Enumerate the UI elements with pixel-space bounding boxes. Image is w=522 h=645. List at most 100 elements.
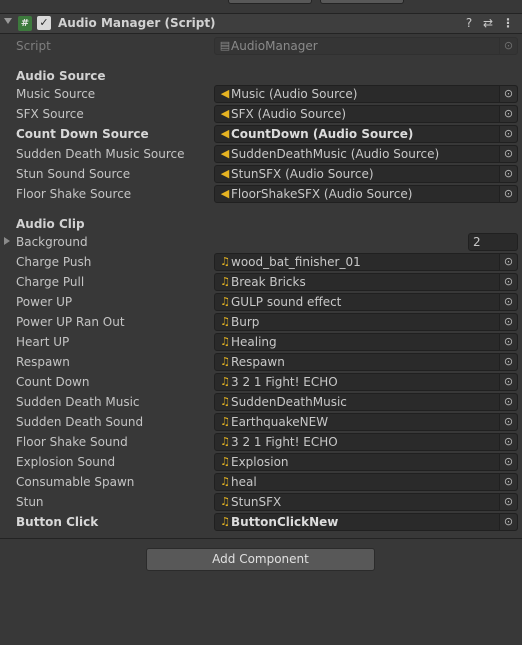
object-value: EarthquakeNEW <box>231 415 329 429</box>
property-label: Floor Shake Source <box>16 187 132 201</box>
property-label: Count Down Source <box>16 127 149 141</box>
property-row: Power UP ♫ GULP sound effect ⊙ <box>0 293 522 311</box>
object-value: SuddenDeathMusic <box>231 395 347 409</box>
object-field[interactable]: ♫ EarthquakeNEW ⊙ <box>214 413 518 431</box>
object-field[interactable]: ◀ StunSFX (Audio Source) ⊙ <box>214 165 518 183</box>
object-picker-icon[interactable]: ⊙ <box>499 254 517 270</box>
object-field[interactable]: ◀ SuddenDeathMusic (Audio Source) ⊙ <box>214 145 518 163</box>
object-field[interactable]: ♫ 3 2 1 Fight! ECHO ⊙ <box>214 373 518 391</box>
property-row: Sudden Death Sound ♫ EarthquakeNEW ⊙ <box>0 413 522 431</box>
script-value: AudioManager <box>231 39 318 53</box>
background-label[interactable]: Background <box>16 235 88 249</box>
object-picker-icon[interactable]: ⊙ <box>499 434 517 450</box>
object-picker-icon[interactable]: ⊙ <box>499 126 517 142</box>
object-picker-icon[interactable]: ⊙ <box>499 374 517 390</box>
object-picker-icon[interactable]: ⊙ <box>499 414 517 430</box>
note-icon: ♫ <box>220 255 230 268</box>
object-field[interactable]: ◀ CountDown (Audio Source) ⊙ <box>214 125 518 143</box>
object-picker-icon[interactable]: ⊙ <box>499 394 517 410</box>
object-field[interactable]: ♫ Respawn ⊙ <box>214 353 518 371</box>
object-value: FloorShakeSFX (Audio Source) <box>231 187 413 201</box>
script-component-icon: # <box>18 16 32 31</box>
component-title: Audio Manager (Script) <box>58 16 216 30</box>
object-picker-icon[interactable]: ⊙ <box>499 514 517 530</box>
object-field[interactable]: ♫ 3 2 1 Fight! ECHO ⊙ <box>214 433 518 451</box>
object-field[interactable]: ♫ ButtonClickNew ⊙ <box>214 513 518 531</box>
object-picker-icon[interactable]: ⊙ <box>499 334 517 350</box>
object-field[interactable]: ◀ Music (Audio Source) ⊙ <box>214 85 518 103</box>
speaker-icon: ◀ <box>220 147 230 160</box>
note-icon: ♫ <box>220 515 230 528</box>
note-icon: ♫ <box>220 275 230 288</box>
object-value: ButtonClickNew <box>231 515 339 529</box>
help-icon[interactable]: ? <box>462 16 476 31</box>
script-file-icon: ▤ <box>219 39 231 52</box>
property-label: Power UP <box>16 295 73 309</box>
section-divider <box>0 538 522 539</box>
array-size-field[interactable]: 2 <box>468 233 518 251</box>
property-label: Heart UP <box>16 335 70 349</box>
property-row: Sudden Death Music Source ◀ SuddenDeathMus… <box>0 145 522 163</box>
object-picker-icon[interactable]: ⊙ <box>499 474 517 490</box>
property-label: Stun Sound Source <box>16 167 131 181</box>
object-field[interactable]: ♫ Break Bricks ⊙ <box>214 273 518 291</box>
note-icon: ♫ <box>220 375 230 388</box>
object-picker-icon[interactable]: ⊙ <box>499 274 517 290</box>
note-icon: ♫ <box>220 335 230 348</box>
object-field[interactable]: ♫ Healing ⊙ <box>214 333 518 351</box>
component-enabled-checkbox[interactable]: ✓ <box>37 16 51 30</box>
object-field[interactable]: ♫ StunSFX ⊙ <box>214 493 518 511</box>
object-picker-icon[interactable]: ⊙ <box>499 294 517 310</box>
property-row: Floor Shake Source ◀ FloorShakeSFX (Audio … <box>0 185 522 203</box>
object-field[interactable]: ♫ wood_bat_finisher_01 ⊙ <box>214 253 518 271</box>
object-picker-icon[interactable]: ⊙ <box>499 454 517 470</box>
expand-arrow-icon[interactable] <box>4 237 10 245</box>
property-row: Button Click ♫ ButtonClickNew ⊙ <box>0 513 522 531</box>
speaker-icon: ◀ <box>220 87 230 100</box>
property-label: Stun <box>16 495 44 509</box>
note-icon: ♫ <box>220 475 230 488</box>
object-picker-icon[interactable]: ⊙ <box>499 354 517 370</box>
object-picker-icon[interactable]: ⊙ <box>499 86 517 102</box>
object-picker-icon[interactable]: ⊙ <box>499 494 517 510</box>
script-row: Script ▤ AudioManager ⊙ <box>0 37 522 55</box>
object-picker-icon[interactable]: ⊙ <box>499 166 517 182</box>
context-menu-icon[interactable]: ⋮ <box>501 16 515 31</box>
object-field[interactable]: ♫ Explosion ⊙ <box>214 453 518 471</box>
object-field[interactable]: ◀ SFX (Audio Source) ⊙ <box>214 105 518 123</box>
object-value: wood_bat_finisher_01 <box>231 255 361 269</box>
object-picker-icon[interactable]: ⊙ <box>499 314 517 330</box>
object-picker-icon[interactable]: ⊙ <box>499 106 517 122</box>
note-icon: ♫ <box>220 415 230 428</box>
object-value: CountDown (Audio Source) <box>231 127 414 141</box>
background-array-row[interactable]: Background 2 <box>0 233 522 251</box>
object-field[interactable]: ♫ GULP sound effect ⊙ <box>214 293 518 311</box>
foldout-arrow-icon[interactable] <box>4 18 12 24</box>
note-icon: ♫ <box>220 315 230 328</box>
object-picker-icon[interactable]: ⊙ <box>499 186 517 202</box>
presets-icon[interactable]: ⇄ <box>481 16 495 31</box>
object-field[interactable]: ♫ heal ⊙ <box>214 473 518 491</box>
object-field[interactable]: ♫ SuddenDeathMusic ⊙ <box>214 393 518 411</box>
property-label: Respawn <box>16 355 70 369</box>
object-field[interactable]: ◀ FloorShakeSFX (Audio Source) ⊙ <box>214 185 518 203</box>
audio-clip-header: Audio Clip <box>16 217 85 231</box>
speaker-icon: ◀ <box>220 107 230 120</box>
property-row: Music Source ◀ Music (Audio Source) ⊙ <box>0 85 522 103</box>
top-button-stub <box>320 0 404 4</box>
property-label: Charge Pull <box>16 275 85 289</box>
property-row: Stun Sound Source ◀ StunSFX (Audio Source)… <box>0 165 522 183</box>
object-field[interactable]: ♫ Burp ⊙ <box>214 313 518 331</box>
object-value: GULP sound effect <box>231 295 342 309</box>
component-header[interactable]: # ✓ Audio Manager (Script) ? ⇄ ⋮ <box>0 13 522 34</box>
object-value: Break Bricks <box>231 275 306 289</box>
property-label: Sudden Death Music Source <box>16 147 185 161</box>
note-icon: ♫ <box>220 295 230 308</box>
property-row: Consumable Spawn ♫ heal ⊙ <box>0 473 522 491</box>
add-component-button[interactable]: Add Component <box>146 548 375 571</box>
object-value: SFX (Audio Source) <box>231 107 347 121</box>
object-value: Music (Audio Source) <box>231 87 358 101</box>
top-button-stub <box>228 0 312 4</box>
object-picker-icon[interactable]: ⊙ <box>499 146 517 162</box>
property-label: Sudden Death Sound <box>16 415 144 429</box>
